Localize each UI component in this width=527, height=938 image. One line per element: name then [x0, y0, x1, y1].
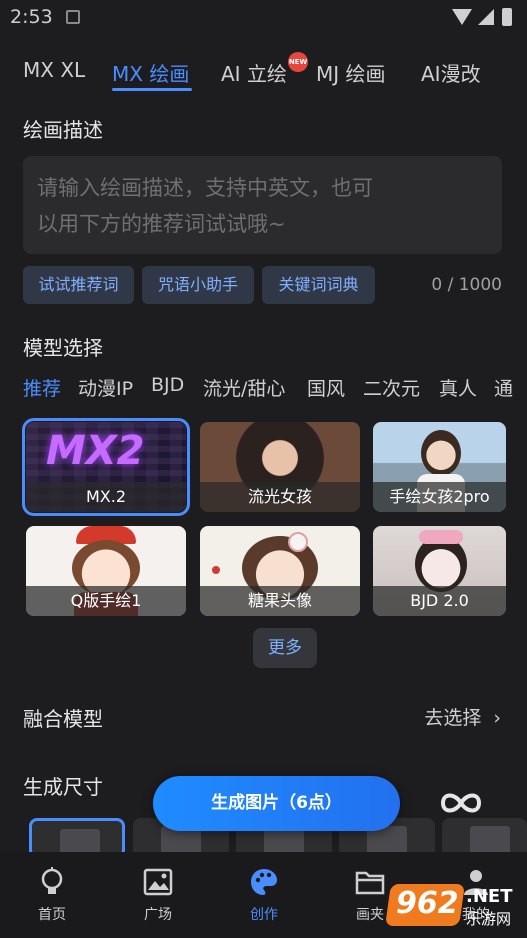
watermark-suffix: .NET [466, 886, 513, 907]
battery-icon [502, 8, 512, 26]
category-guofeng[interactable]: 国风 [307, 374, 345, 401]
card-caption: MX.2 [26, 482, 186, 512]
nav-square-label: 广场 [144, 907, 172, 923]
category-real[interactable]: 真人 [439, 374, 477, 401]
spell-helper-chip[interactable]: 咒语小助手 [142, 266, 254, 304]
model-card-glow-girl[interactable]: 流光女孩 [200, 422, 360, 512]
card-caption: 手绘女孩2pro [373, 482, 506, 512]
nav-create-label: 创作 [250, 907, 278, 923]
fusion-select-link[interactable]: 去选择 › [424, 703, 501, 730]
description-input[interactable]: 请输入绘画描述，支持中英文，也可 以用下方的推荐词试试哦~ [23, 156, 502, 254]
new-badge: NEW [288, 52, 308, 72]
placeholder-line-2: 以用下方的推荐词试试哦~ [37, 212, 286, 236]
model-card-mx2[interactable]: MX2 MX.2 [22, 418, 190, 516]
tab-mx-paint[interactable]: MX 绘画 [112, 58, 189, 87]
nav-home-label: 首页 [38, 907, 66, 923]
card-caption: 糖果头像 [200, 586, 360, 616]
card-caption: BJD 2.0 [373, 586, 506, 616]
site-watermark: 962 .NET 乐游网 [385, 880, 524, 934]
category-anime-ip[interactable]: 动漫IP [78, 374, 133, 401]
category-recommend[interactable]: 推荐 [23, 374, 61, 401]
tab-ai-comic[interactable]: AI漫改 [421, 58, 481, 87]
active-tab-indicator [112, 88, 192, 91]
card-caption: Q版手绘1 [26, 586, 186, 616]
category-glow-sweet[interactable]: 流光/甜心 [203, 374, 285, 401]
tab-mj-paint[interactable]: MJ 绘画 [316, 58, 386, 87]
char-counter: 0 / 1000 [431, 275, 502, 295]
watermark-text: 乐游网 [466, 910, 512, 928]
signal-icon [478, 9, 494, 25]
palette-icon [251, 869, 277, 895]
infinity-icon[interactable] [438, 788, 484, 818]
keyword-dict-chip[interactable]: 关键词词典 [262, 266, 375, 304]
bulb-icon [41, 867, 63, 894]
description-title: 绘画描述 [23, 118, 103, 142]
more-models-button[interactable]: 更多 [253, 628, 317, 668]
nav-home[interactable]: 首页 [12, 852, 92, 938]
mx2-logo: MX2 [46, 428, 145, 474]
category-2d[interactable]: 二次元 [363, 374, 420, 401]
chevron-right-icon: › [493, 707, 501, 729]
model-card-candy-avatar[interactable]: 糖果头像 [200, 526, 360, 616]
watermark-number: 962 [396, 886, 459, 921]
placeholder-line-1: 请输入绘画描述，支持中英文，也可 [37, 176, 373, 200]
model-title: 模型选择 [23, 336, 103, 360]
fusion-title: 融合模型 [23, 707, 103, 731]
generate-button[interactable]: 生成图片（6点） [153, 776, 400, 831]
nav-square[interactable]: 广场 [118, 852, 198, 938]
notification-icon [66, 10, 80, 24]
model-card-hand-drawn-girl[interactable]: 手绘女孩2pro [373, 422, 506, 512]
model-card-bjd[interactable]: BJD 2.0 [373, 526, 506, 616]
category-more[interactable]: 通 [494, 374, 527, 401]
card-caption: 流光女孩 [200, 482, 360, 512]
status-time: 2:53 [10, 6, 53, 28]
fusion-select-label: 去选择 [424, 707, 482, 729]
image-icon [143, 868, 173, 896]
folder-icon [355, 871, 385, 895]
tab-mx-xl[interactable]: MX XL [23, 58, 85, 82]
wifi-icon [452, 9, 472, 25]
category-bjd[interactable]: BJD [151, 374, 184, 396]
size-title: 生成尺寸 [23, 775, 103, 799]
try-recommend-chip[interactable]: 试试推荐词 [23, 266, 134, 304]
model-card-q-hand[interactable]: Q版手绘1 [26, 526, 186, 616]
tab-ai-portrait[interactable]: AI 立绘 [221, 58, 287, 87]
nav-create[interactable]: 创作 [224, 852, 304, 938]
status-bar: 2:53 [0, 0, 527, 36]
